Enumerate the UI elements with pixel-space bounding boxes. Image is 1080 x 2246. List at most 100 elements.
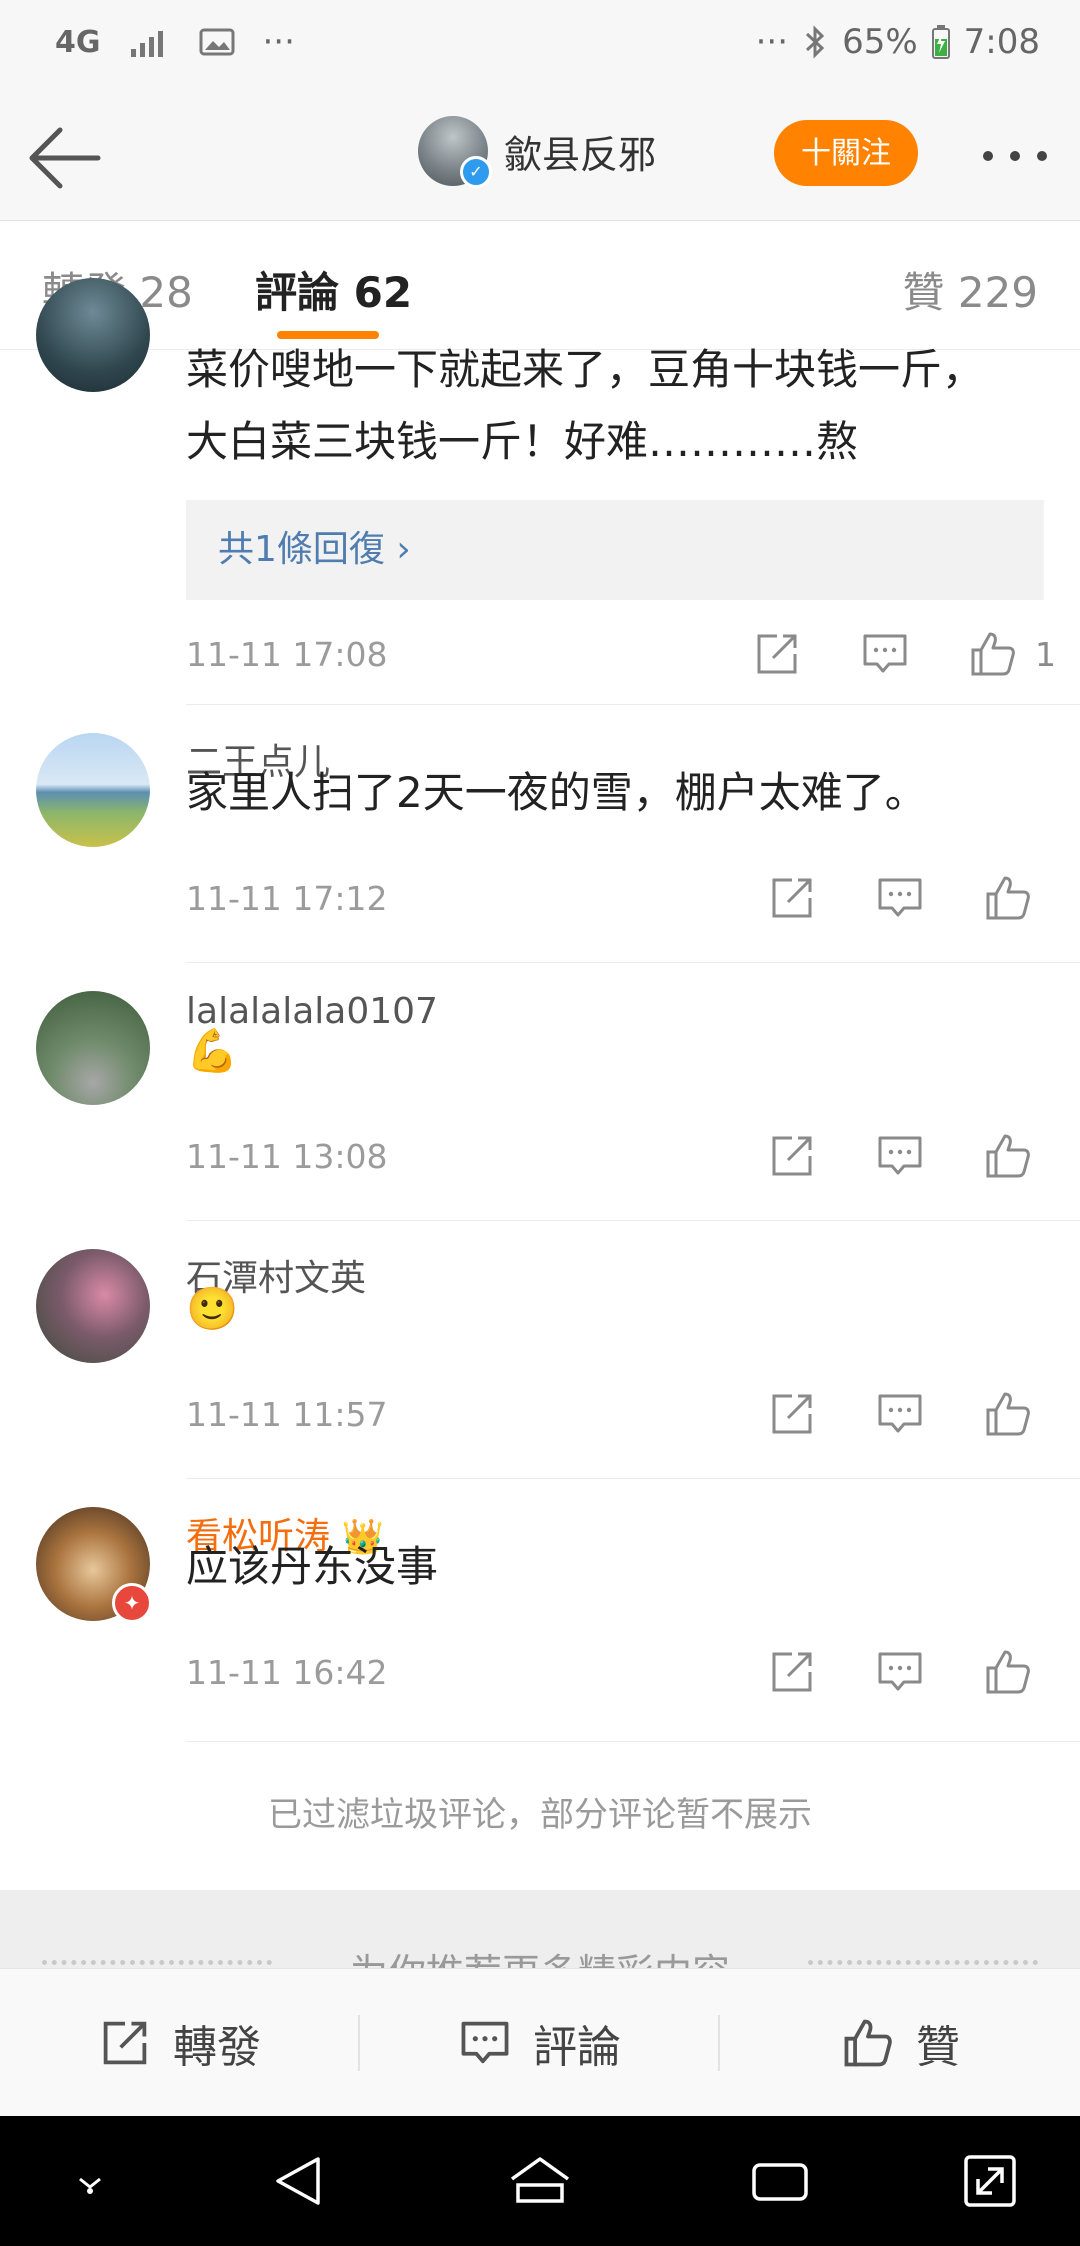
- thumbs-up-icon: [971, 632, 1015, 676]
- status-overflow-right: ···: [755, 22, 789, 62]
- hide-nav-button[interactable]: [58, 2149, 122, 2213]
- recommend-title: 为你推荐更多精彩内容: [0, 1942, 1080, 1970]
- bottom-action-bar: 轉發 評論 贊: [0, 1968, 1080, 2117]
- status-bar: 4G ··· ··· 65% 7:08: [0, 0, 1080, 96]
- account-name: 歙县反邪: [504, 132, 657, 177]
- comment-time: 11-11 17:12: [186, 879, 388, 918]
- reply-button[interactable]: [874, 872, 926, 924]
- comment-icon: [878, 1652, 922, 1691]
- user-avatar[interactable]: [36, 991, 150, 1105]
- repost-button[interactable]: 轉發: [0, 1969, 358, 2117]
- reply-button[interactable]: [874, 1130, 926, 1182]
- comment-icon: [863, 634, 907, 673]
- share-button[interactable]: [766, 1388, 818, 1440]
- account-header[interactable]: ✓ 歙县反邪: [418, 116, 657, 188]
- reply-button[interactable]: [859, 628, 911, 680]
- comment-icon: [461, 2021, 509, 2064]
- share-button[interactable]: [751, 628, 803, 680]
- comment-icon: [878, 1394, 922, 1433]
- comment-icon: [878, 1136, 922, 1175]
- thumbs-up-icon: [986, 1650, 1030, 1694]
- comment-text-line1: 菜价嗖地一下就起来了，豆角十块钱一斤，: [186, 345, 985, 394]
- triangle-back-icon: [276, 2157, 320, 2205]
- user-avatar[interactable]: [36, 733, 150, 847]
- tab-comments[interactable]: 評論 62: [255, 259, 412, 320]
- like-post-button[interactable]: 贊: [720, 1969, 1080, 2117]
- share-icon: [772, 1394, 812, 1434]
- thumbs-up-icon: [986, 1134, 1030, 1178]
- comment-item: 石潭村文英 🙂 11-11 11:57: [36, 1221, 1080, 1479]
- system-navigation-bar: [0, 2116, 1080, 2246]
- comment-text: 家里人扫了2天一夜的雪，棚户太难了。: [186, 768, 927, 817]
- recommend-section-header: 为你推荐更多精彩内容: [0, 1890, 1080, 1970]
- back-button[interactable]: [28, 120, 104, 196]
- comment-item: lalalalala0107 💪 11-11 13:08: [36, 963, 1080, 1221]
- nav-home-button[interactable]: [508, 2149, 572, 2213]
- user-avatar[interactable]: [36, 278, 150, 392]
- like-button[interactable]: [982, 1646, 1034, 1698]
- recents-icon: [752, 2163, 808, 2201]
- view-replies-link[interactable]: 共1條回復 ›: [186, 500, 1044, 600]
- comment-emoji: 🙂: [186, 1284, 239, 1333]
- network-type: 4G: [55, 24, 101, 60]
- share-button[interactable]: [766, 1646, 818, 1698]
- comment-list: 菜价嗖地一下就起来了，豆角十块钱一斤， 大白菜三块钱一斤！好难…………熬 共1條…: [0, 278, 1080, 1742]
- comment-time: 11-11 11:57: [186, 1395, 388, 1434]
- comment-button[interactable]: 評論: [360, 1969, 718, 2117]
- like-button[interactable]: [967, 628, 1019, 680]
- comment-item: ✦ 看松听涛 👑 应该丹东没事 11-11 16:42: [36, 1479, 1080, 1742]
- more-options-button[interactable]: [980, 136, 1050, 176]
- share-icon: [103, 2021, 147, 2065]
- like-button[interactable]: [982, 872, 1034, 924]
- nav-back-button[interactable]: [268, 2149, 332, 2213]
- tab-bar: 轉發 28 評論 62 贊 229: [0, 221, 1080, 350]
- top-app-bar: ✓ 歙县反邪 十關注: [0, 96, 1080, 221]
- comment-text-line2: 大白菜三块钱一斤！好难…………熬: [186, 417, 859, 466]
- nav-recents-button[interactable]: [748, 2149, 812, 2213]
- reply-button[interactable]: [874, 1646, 926, 1698]
- signal-icon: [129, 27, 171, 57]
- comment-item: 二王点儿 家里人扫了2天一夜的雪，棚户太难了。 11-11 17:12: [36, 705, 1080, 963]
- reply-button[interactable]: [874, 1388, 926, 1440]
- like-label: 贊: [916, 2022, 960, 2073]
- user-avatar[interactable]: [36, 1249, 150, 1363]
- share-icon: [772, 878, 812, 918]
- battery-icon: [931, 25, 950, 59]
- account-avatar: ✓: [418, 116, 492, 188]
- more-dots-icon: [983, 151, 1047, 161]
- share-icon: [772, 1136, 812, 1176]
- comment-icon: [878, 878, 922, 917]
- clock: 7:08: [963, 22, 1040, 62]
- user-avatar[interactable]: ✦: [36, 1507, 152, 1623]
- thumbs-up-icon: [986, 876, 1030, 920]
- nav-rotate-button[interactable]: [958, 2149, 1022, 2213]
- share-icon: [757, 634, 797, 674]
- thumbs-up-icon: [844, 2019, 892, 2067]
- arrow-left-icon: [29, 127, 101, 189]
- chevron-down-icon: [79, 2177, 101, 2194]
- divider: [808, 1960, 1038, 1965]
- like-button[interactable]: [982, 1130, 1034, 1182]
- filtered-comments-note: 已过滤垃圾评论，部分评论暂不展示: [0, 1750, 1080, 1890]
- rotate-screen-icon: [964, 2155, 1016, 2207]
- follow-button[interactable]: 十關注: [774, 120, 918, 186]
- repost-label: 轉發: [173, 2022, 261, 2073]
- share-button[interactable]: [766, 872, 818, 924]
- bluetooth-icon: [802, 24, 828, 60]
- comment-text: 应该丹东没事: [186, 1542, 439, 1591]
- comment-emoji: 💪: [186, 1026, 239, 1075]
- comment-time: 11-11 17:08: [186, 635, 388, 674]
- share-button[interactable]: [766, 1130, 818, 1182]
- comment-item: 菜价嗖地一下就起来了，豆角十块钱一斤， 大白菜三块钱一斤！好难…………熬 共1條…: [36, 278, 1080, 705]
- gallery-icon: [199, 27, 235, 57]
- vip-badge-icon: ✦: [112, 1583, 152, 1623]
- like-count: 1: [1035, 634, 1056, 674]
- share-icon: [772, 1652, 812, 1692]
- battery-percent: 65%: [842, 22, 918, 62]
- comment-time: 11-11 16:42: [186, 1653, 388, 1692]
- comment-label: 評論: [533, 2022, 621, 2073]
- like-button[interactable]: [982, 1388, 1034, 1440]
- verified-icon: ✓: [460, 156, 492, 188]
- comment-time: 11-11 13:08: [186, 1137, 388, 1176]
- tab-likes[interactable]: 贊 229: [902, 259, 1038, 320]
